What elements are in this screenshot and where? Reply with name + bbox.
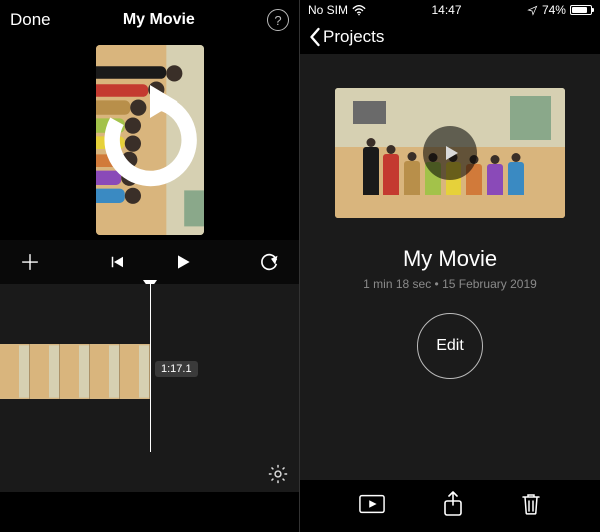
video-preview[interactable] (0, 40, 299, 240)
edit-button[interactable]: Edit (417, 313, 483, 379)
bottom-toolbar (300, 480, 600, 532)
carrier-label: No SIM (308, 3, 348, 17)
share-button[interactable] (443, 491, 463, 522)
battery-icon (570, 5, 592, 15)
edit-label: Edit (436, 337, 464, 355)
battery-percent: 74% (542, 3, 566, 17)
project-detail: My Movie 1 min 18 sec • 15 February 2019… (300, 54, 600, 480)
project-title: My Movie (403, 246, 497, 272)
video-clip[interactable] (0, 344, 150, 399)
play-project-button[interactable] (359, 494, 385, 519)
location-icon (527, 5, 538, 16)
transport-bar (0, 240, 299, 284)
settings-button[interactable] (267, 463, 289, 485)
help-icon[interactable]: ? (267, 9, 289, 31)
add-media-button[interactable] (12, 244, 48, 280)
clock: 14:47 (431, 3, 461, 17)
back-to-projects[interactable]: Projects (300, 20, 600, 54)
projects-screen: No SIM 14:47 74% Projects My Movie 1 min… (300, 0, 600, 532)
play-button[interactable] (165, 244, 201, 280)
timeline[interactable]: 1:17.1 (0, 284, 299, 492)
status-bar: No SIM 14:47 74% (300, 0, 600, 20)
wifi-icon (352, 5, 366, 16)
clip-duration-label: 1:17.1 (155, 361, 198, 377)
skip-back-button[interactable] (99, 244, 135, 280)
project-metadata: 1 min 18 sec • 15 February 2019 (363, 277, 537, 291)
play-overlay-icon (423, 126, 477, 180)
project-title: My Movie (123, 11, 195, 29)
editor-header: Done My Movie ? (0, 0, 299, 40)
chevron-left-icon (308, 27, 321, 47)
undo-button[interactable] (251, 244, 287, 280)
back-label: Projects (323, 27, 384, 47)
rotate-clockwise-icon[interactable] (95, 85, 205, 195)
delete-button[interactable] (521, 492, 541, 521)
editor-screen: Done My Movie ? (0, 0, 300, 532)
done-button[interactable]: Done (10, 10, 51, 30)
project-thumbnail[interactable] (335, 88, 565, 218)
